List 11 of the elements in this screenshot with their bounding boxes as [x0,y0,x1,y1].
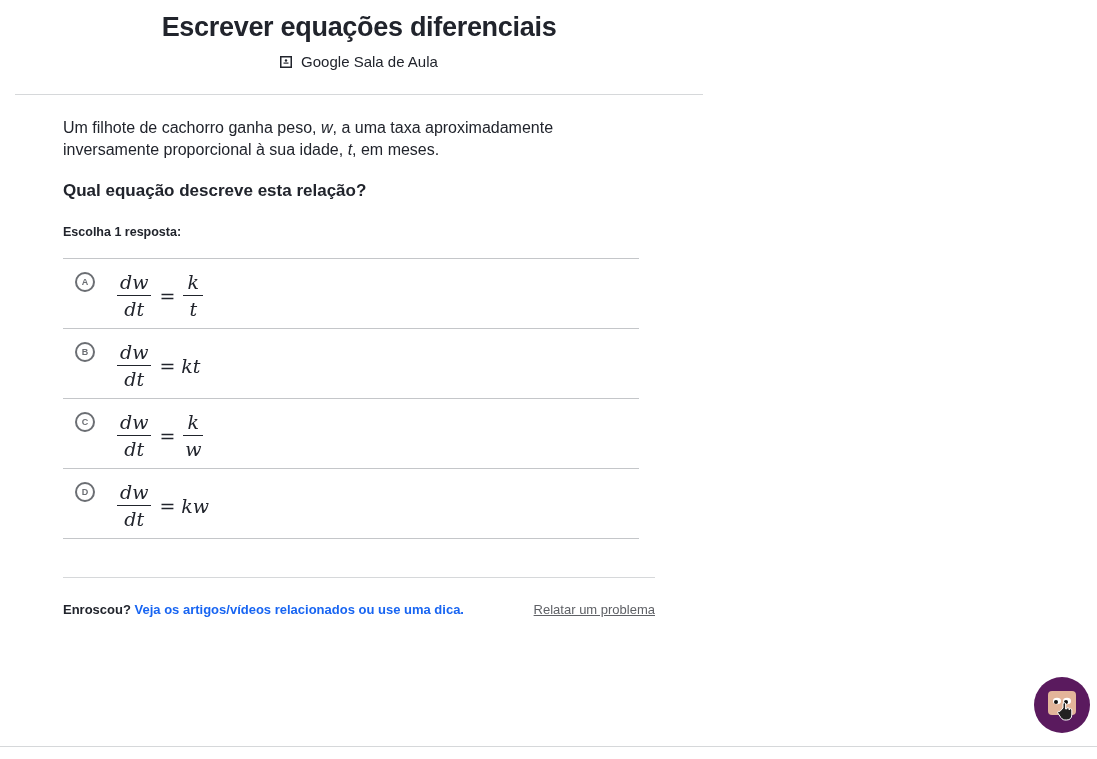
instruction-text: Escolha 1 resposta: [63,225,183,239]
hint-mascot-button[interactable] [1034,677,1090,733]
question-prompt: Qual equação descreve esta relação? [63,181,368,201]
exercise-title: Escrever equações diferenciais [161,12,557,43]
classroom-icon [280,55,293,68]
question-text: Um filhote de cachorro ganha peso, w, a uma taxa aproximadamente inversamente proporcional à sua idade, t, em meses. [63,118,555,160]
report-link[interactable]: Relatar um problema [533,602,655,617]
source-label: Google Sala de Aula [301,53,438,70]
help-link[interactable]: Veja os artigos/vídeos relacionados ou use uma dica. [134,602,464,617]
mascot-drawing [1045,688,1079,722]
help-text: Enroscou? Veja os artigos/vídeos relacionados ou use uma dica. [63,602,464,617]
